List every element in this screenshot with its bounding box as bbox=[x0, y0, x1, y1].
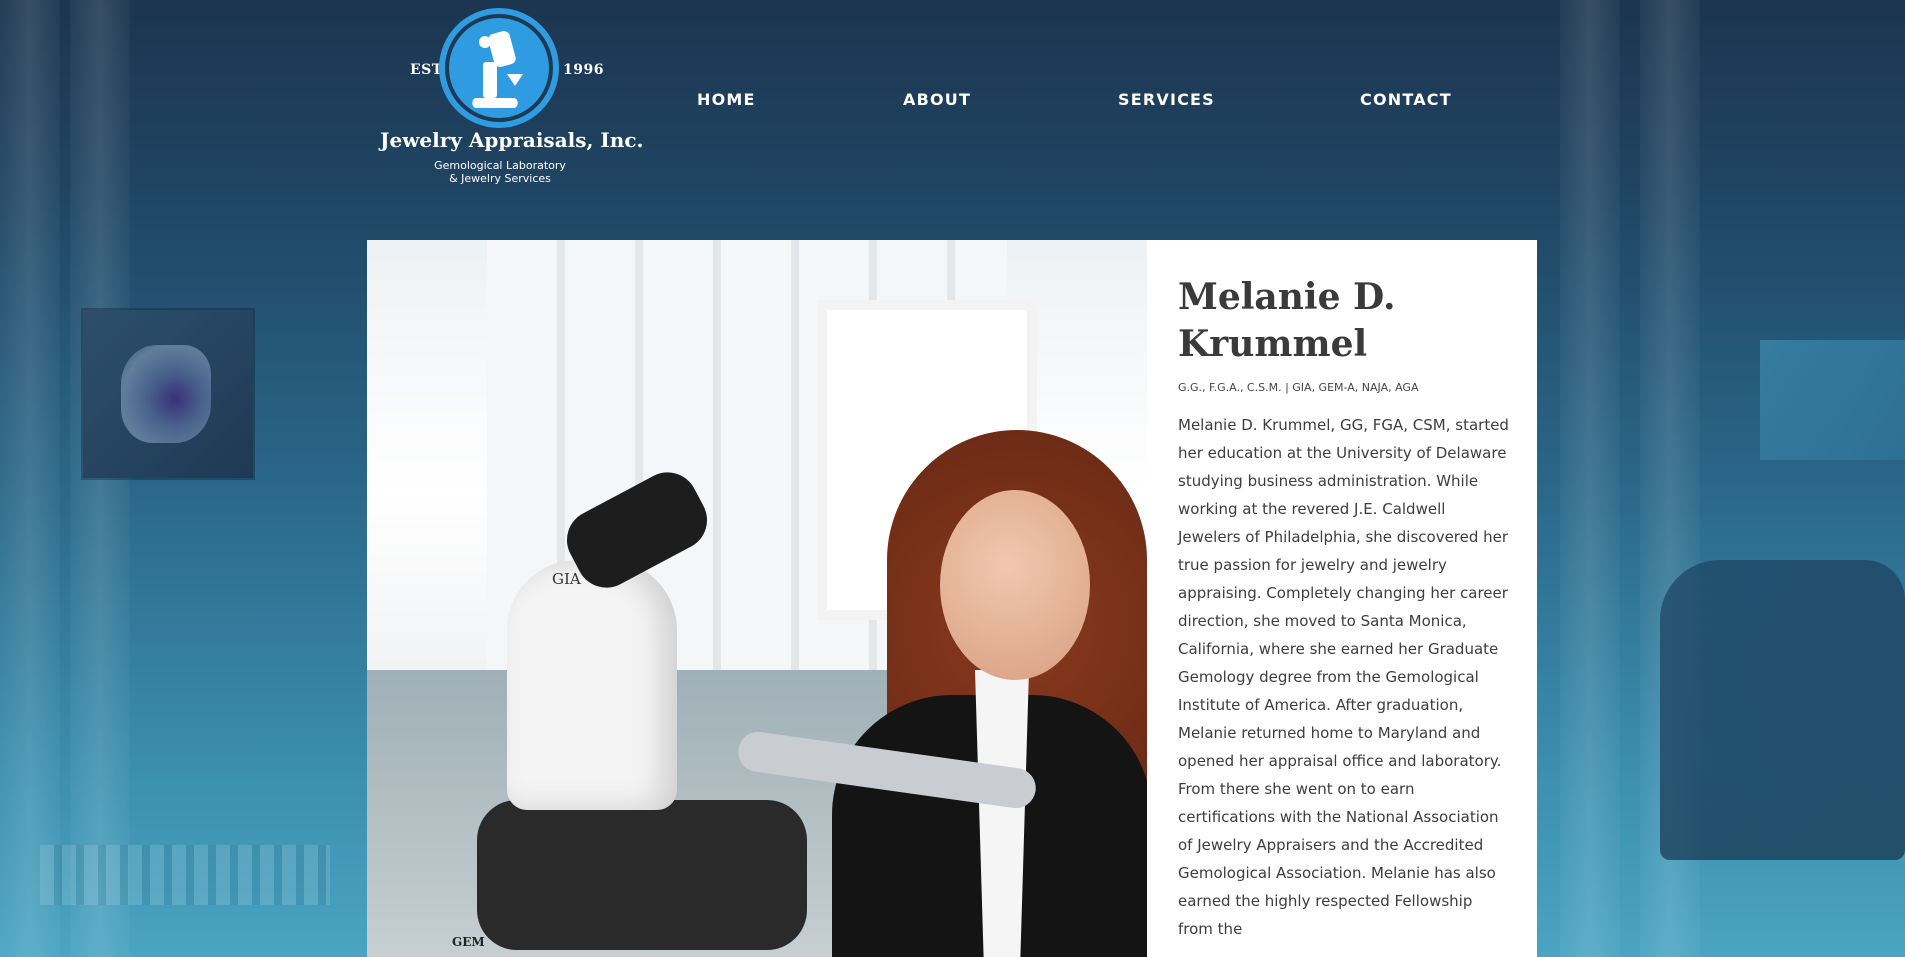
base-brand-label: GEM bbox=[452, 935, 485, 949]
profile-name: Melanie D. Krummel bbox=[1178, 276, 1396, 365]
gemstone-image bbox=[121, 345, 211, 443]
nav-services[interactable]: SERVICES bbox=[1118, 90, 1215, 109]
person-face bbox=[940, 490, 1090, 680]
wall-chart bbox=[1760, 340, 1905, 460]
radiator bbox=[40, 845, 330, 905]
profile-credentials: G.G., F.G.A., C.S.M. | GIA, GEM-A, NAJA,… bbox=[1178, 381, 1419, 394]
office-chair bbox=[1660, 560, 1905, 860]
nav-contact[interactable]: CONTACT bbox=[1360, 90, 1452, 109]
site-header: EST. 1996 Jewelry Appraisals, Inc. Gemol… bbox=[0, 0, 1905, 210]
site-logo[interactable]: EST. 1996 Jewelry Appraisals, Inc. Gemol… bbox=[380, 14, 644, 189]
microscope-base bbox=[477, 800, 807, 950]
wall-picture bbox=[83, 310, 253, 478]
profile-photo: GIA GEM bbox=[367, 240, 1147, 957]
nav-about[interactable]: ABOUT bbox=[903, 90, 971, 109]
logo-est: EST. bbox=[410, 62, 447, 78]
logo-tagline-line2: & Jewelry Services bbox=[449, 172, 551, 185]
profile-bio-text: Melanie D. Krummel, GG, FGA, CSM, starte… bbox=[1178, 416, 1509, 938]
logo-tagline-line1: Gemological Laboratory bbox=[434, 159, 566, 172]
logo-tagline: Gemological Laboratory & Jewelry Service… bbox=[380, 159, 620, 185]
microscope-logo-icon bbox=[445, 14, 553, 122]
profile-bio-card: Melanie D. Krummel G.G., F.G.A., C.S.M. … bbox=[1147, 240, 1537, 957]
microscope bbox=[507, 560, 677, 810]
logo-year: 1996 bbox=[563, 62, 604, 78]
microscope-brand-label: GIA bbox=[552, 570, 581, 588]
logo-company-name: Jewelry Appraisals, Inc. bbox=[380, 128, 644, 152]
nav-home[interactable]: HOME bbox=[697, 90, 756, 109]
